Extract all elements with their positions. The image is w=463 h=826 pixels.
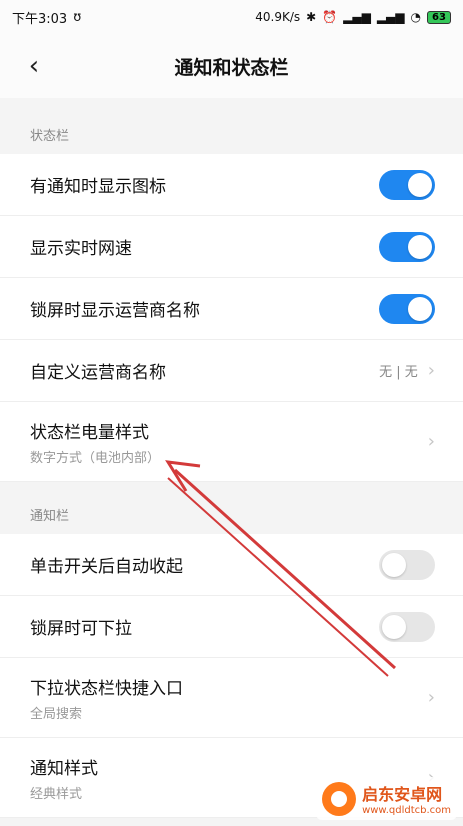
toggle-switch[interactable] xyxy=(379,611,435,642)
row-label: 锁屏时显示运营商名称 xyxy=(30,301,200,321)
alarm-icon: ⏰ xyxy=(322,10,338,24)
row-label: 通知样式 xyxy=(30,758,98,779)
row-label: 单击开关后自动收起 xyxy=(30,557,183,577)
row-value: 无 | 无 xyxy=(379,365,418,380)
title-bar: ‹ 通知和状态栏 xyxy=(0,34,463,98)
row-label: 自定义运营商名称 xyxy=(30,363,166,383)
toggle-switch[interactable] xyxy=(379,549,435,580)
row-label: 状态栏电量样式 xyxy=(30,422,149,443)
row-pulldown-shortcut[interactable]: 下拉状态栏快捷入口 全局搜索 › xyxy=(0,658,463,738)
bluetooth-icon: ✱ xyxy=(306,10,317,24)
chevron-right-icon: › xyxy=(427,359,435,381)
notification-icon: ʊ xyxy=(73,9,82,25)
row-label: 有通知时显示图标 xyxy=(30,177,166,197)
status-time: 下午3:03 xyxy=(12,11,68,27)
page-title: 通知和状态栏 xyxy=(174,56,289,79)
row-label: 下拉状态栏快捷入口 xyxy=(30,678,183,699)
section-header-statusbar: 状态栏 xyxy=(0,104,463,154)
toggle-switch[interactable] xyxy=(379,231,435,262)
chevron-right-icon: › xyxy=(427,686,435,708)
chevron-right-icon: › xyxy=(427,430,435,452)
section-header-notifications: 通知栏 xyxy=(0,484,463,534)
row-show-notification-icons[interactable]: 有通知时显示图标 xyxy=(0,154,463,216)
toggle-knob xyxy=(382,552,406,577)
network-speed: 40.9K/s xyxy=(255,10,301,24)
row-sublabel: 数字方式（电池内部） xyxy=(30,450,161,466)
row-show-network-speed[interactable]: 显示实时网速 xyxy=(0,216,463,278)
toggle-knob xyxy=(408,234,432,259)
toggle-knob xyxy=(408,172,432,197)
signal-icon-2: ▂▄▆ xyxy=(376,10,405,24)
watermark-url: www.qdldtcb.com xyxy=(362,805,451,816)
toggle-switch[interactable] xyxy=(379,169,435,200)
row-auto-collapse[interactable]: 单击开关后自动收起 xyxy=(0,534,463,596)
row-custom-carrier-name[interactable]: 自定义运营商名称 无 | 无 › xyxy=(0,340,463,402)
watermark-name: 启东安卓网 xyxy=(362,785,443,804)
row-label: 锁屏时可下拉 xyxy=(30,619,132,639)
status-bar: 下午3:03 ʊ 40.9K/s ✱ ⏰ ▂▄▆ ▂▄▆ ◔ 63 xyxy=(0,0,463,34)
battery-icon: 63 xyxy=(427,10,451,24)
signal-icon: ▂▄▆ xyxy=(343,10,371,24)
watermark: 启东安卓网 www.qdldtcb.com xyxy=(316,777,457,820)
row-sublabel: 全局搜索 xyxy=(30,706,83,722)
back-icon[interactable]: ‹ xyxy=(24,51,44,81)
toggle-knob xyxy=(408,296,432,321)
row-lockscreen-carrier-name[interactable]: 锁屏时显示运营商名称 xyxy=(0,278,463,340)
wifi-icon: ◔ xyxy=(410,10,421,24)
row-lockscreen-pulldown[interactable]: 锁屏时可下拉 xyxy=(0,596,463,658)
row-battery-style[interactable]: 状态栏电量样式 数字方式（电池内部） › xyxy=(0,402,463,482)
toggle-switch[interactable] xyxy=(379,293,435,324)
row-label: 显示实时网速 xyxy=(30,239,132,259)
watermark-logo-icon xyxy=(322,781,357,816)
toggle-knob xyxy=(382,614,406,639)
row-sublabel: 经典样式 xyxy=(30,786,83,802)
